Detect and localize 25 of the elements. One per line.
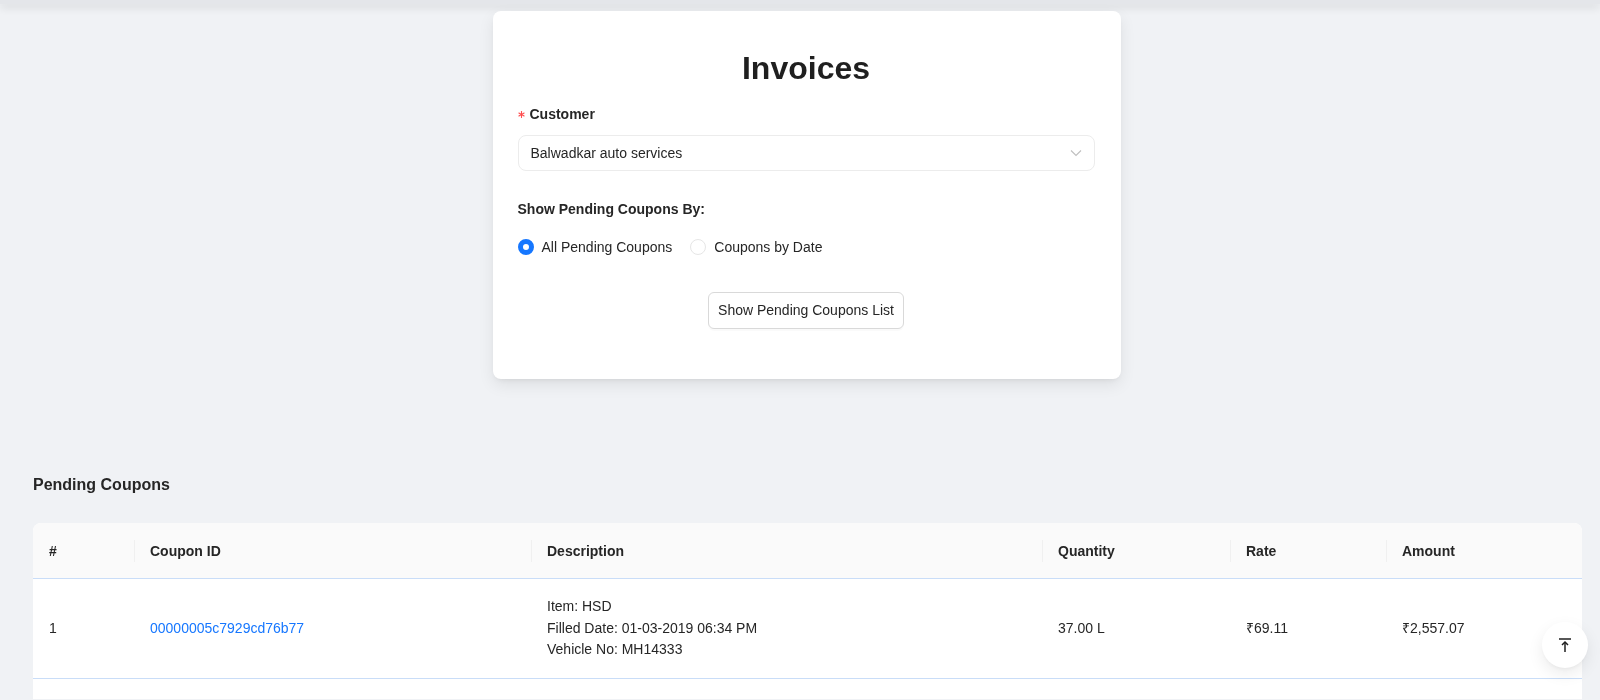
page-title: Invoices [740,49,872,88]
customer-select[interactable]: Balwadkar auto services [517,135,1095,171]
column-header: Description [531,523,1042,579]
table-cell: ₹69.11 [1230,578,1386,678]
chevron-down-icon [1069,147,1082,159]
table-cell: 1 [33,578,134,678]
field-label: Show Pending Coupons By: [517,200,706,219]
description-line: Vehicle No: MH14333 [547,640,684,659]
show-list-button[interactable]: Show Pending Coupons List [708,292,904,329]
radio-button[interactable] [517,239,534,255]
description-line: Item: HSD [547,597,613,616]
field-label: Customer [529,105,595,124]
column-header: Amount [1386,523,1582,579]
radio-label: All Pending Coupons [541,237,673,257]
column-header: Rate [1230,523,1386,579]
column-header: Coupon ID [134,523,531,579]
table-cell: 37.00 L [1042,578,1230,678]
column-header: Quantity [1042,523,1230,579]
radio-label: Coupons by Date [714,237,823,257]
section-heading: Pending Coupons [33,475,171,495]
column-header: # [33,523,134,579]
description-line: Filled Date: 01-03-2019 06:34 PM [547,618,759,638]
coupon-id-link[interactable]: 00000005c7929cd76b77 [150,619,305,636]
arrow-up-to-bar-icon [1557,637,1573,653]
table-cell: ₹2,557.07 [1386,578,1582,678]
